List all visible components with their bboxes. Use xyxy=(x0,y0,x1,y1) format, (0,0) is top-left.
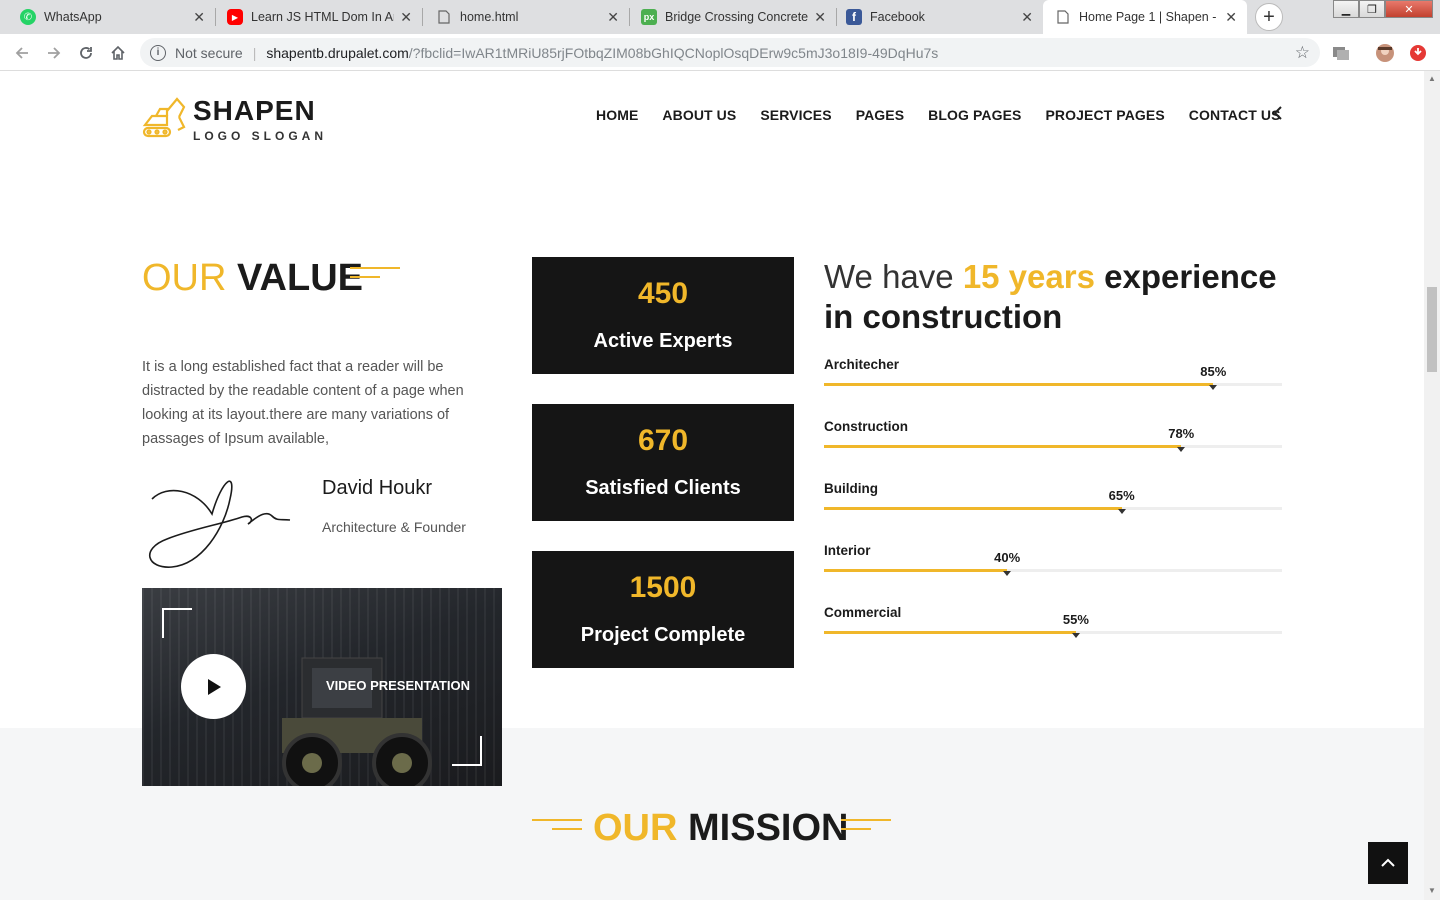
nav-services[interactable]: SERVICES xyxy=(760,107,831,123)
scroll-to-top-button[interactable] xyxy=(1368,842,1408,884)
skill-marker xyxy=(1209,385,1218,390)
value-heading: OUR VALUE xyxy=(142,257,363,299)
close-tab-icon[interactable]: ✕ xyxy=(1225,9,1237,26)
skill-percent: 55% xyxy=(1062,612,1089,627)
skill-bar: Construction 78% xyxy=(824,419,1282,452)
nav-home[interactable]: HOME xyxy=(596,107,638,123)
skill-bar: Interior 40% xyxy=(824,543,1282,576)
minimize-icon[interactable]: ▁ xyxy=(1333,0,1359,18)
stat-card: 670 Satisfied Clients xyxy=(532,404,794,521)
skill-fill xyxy=(824,631,1076,634)
tab-facebook[interactable]: f Facebook ✕ xyxy=(836,0,1043,34)
tab-shapen-active[interactable]: Home Page 1 | Shapen - C ✕ xyxy=(1043,0,1247,34)
scrollbar-thumb[interactable] xyxy=(1427,287,1437,372)
skill-bar: Commercial 55% xyxy=(824,605,1282,638)
stat-card: 1500 Project Complete xyxy=(532,551,794,668)
skill-marker xyxy=(1071,633,1080,638)
skill-marker xyxy=(1117,509,1126,514)
page-icon xyxy=(436,9,452,25)
close-tab-icon[interactable]: ✕ xyxy=(607,9,619,26)
video-label: VIDEO PRESENTATION xyxy=(326,678,470,693)
close-tab-icon[interactable]: ✕ xyxy=(400,9,412,26)
nav-pages[interactable]: PAGES xyxy=(856,107,904,123)
heading-decoration xyxy=(350,267,400,281)
skill-percent: 65% xyxy=(1108,488,1135,503)
scroll-up-arrow-icon[interactable]: ▲ xyxy=(1428,74,1436,83)
experience-heading: We have 15 years experience in construct… xyxy=(824,258,1277,335)
skill-percent: 78% xyxy=(1168,426,1195,441)
skill-fill xyxy=(824,507,1122,510)
logo-name: SHAPEN xyxy=(193,95,316,126)
adblock-icon[interactable] xyxy=(1408,43,1428,63)
back-icon[interactable] xyxy=(11,42,33,64)
tab-whatsapp[interactable]: ✆ WhatsApp ✕ xyxy=(0,0,215,34)
skill-name: Commercial xyxy=(824,605,902,620)
skill-bar: Architecher 85% xyxy=(824,357,1282,390)
skill-percent: 85% xyxy=(1200,364,1227,379)
address-toolbar: i Not secure | shapentb.drupalet.com/?fb… xyxy=(0,34,1440,71)
logo-slogan: LOGO SLOGAN xyxy=(193,129,327,143)
skill-fill xyxy=(824,445,1182,448)
founder-name: David Houkr xyxy=(322,477,433,499)
youtube-icon: ▶ xyxy=(227,9,243,25)
close-tab-icon[interactable]: ✕ xyxy=(1021,9,1033,26)
close-window-icon[interactable]: ✕ xyxy=(1385,0,1433,18)
mission-heading: OUR MISSION xyxy=(593,807,849,849)
chevron-up-icon xyxy=(1381,858,1395,867)
founder-role: Architecture & Founder xyxy=(322,519,466,535)
tab-home-html[interactable]: home.html ✕ xyxy=(422,0,629,34)
url-bar[interactable]: i Not secure | shapentb.drupalet.com/?fb… xyxy=(140,38,1320,67)
value-description: It is a long established fact that a rea… xyxy=(142,359,464,447)
reload-icon[interactable] xyxy=(75,42,97,64)
heading-decoration xyxy=(532,819,582,833)
forward-icon[interactable] xyxy=(43,42,65,64)
web-page: SHAPEN LOGO SLOGAN HOME ABOUT US SERVICE… xyxy=(0,71,1424,900)
skill-fill xyxy=(824,383,1214,386)
tab-youtube[interactable]: ▶ Learn JS HTML Dom In Ara ✕ xyxy=(215,0,422,34)
excavator-icon xyxy=(142,97,186,138)
tab-bridge[interactable]: px Bridge Crossing Concrete ✕ xyxy=(629,0,836,34)
close-tab-icon[interactable]: ✕ xyxy=(193,9,205,26)
skill-name: Architecher xyxy=(824,357,900,372)
profile-avatar[interactable] xyxy=(1375,43,1395,63)
nav-blog-pages[interactable]: BLOG PAGES xyxy=(928,107,1021,123)
skill-percent: 40% xyxy=(994,550,1021,565)
nav-project-pages[interactable]: PROJECT PAGES xyxy=(1045,107,1164,123)
restore-icon[interactable]: ❐ xyxy=(1359,0,1385,18)
info-icon[interactable]: i xyxy=(150,44,166,61)
window-controls: ▁ ❐ ✕ xyxy=(1333,0,1433,18)
facebook-icon: f xyxy=(846,9,862,25)
scroll-down-arrow-icon[interactable]: ▼ xyxy=(1428,886,1436,895)
new-tab-button[interactable]: + xyxy=(1255,3,1283,31)
stat-card: 450 Active Experts xyxy=(532,257,794,374)
main-nav: HOME ABOUT US SERVICES PAGES BLOG PAGES … xyxy=(596,107,1281,123)
play-icon xyxy=(207,678,221,695)
skill-name: Interior xyxy=(824,543,871,558)
page-scrollbar[interactable]: ▲ ▼ xyxy=(1424,71,1440,900)
whatsapp-icon: ✆ xyxy=(20,9,36,25)
chevron-left-icon[interactable] xyxy=(1272,101,1284,127)
video-presentation[interactable]: VIDEO PRESENTATION xyxy=(142,588,502,786)
extension-icon[interactable] xyxy=(1331,43,1351,63)
signature xyxy=(142,469,302,574)
heading-decoration xyxy=(841,819,891,833)
site-logo[interactable]: SHAPEN LOGO SLOGAN xyxy=(142,95,323,143)
browser-tab-bar: ✆ WhatsApp ✕ ▶ Learn JS HTML Dom In Ara … xyxy=(0,0,1440,34)
bookmark-star-icon[interactable]: ☆ xyxy=(1295,43,1310,63)
skill-name: Building xyxy=(824,481,878,496)
nav-contact-us[interactable]: CONTACT US xyxy=(1189,107,1281,123)
skill-bar: Building 65% xyxy=(824,481,1282,514)
home-icon[interactable] xyxy=(107,42,129,64)
close-tab-icon[interactable]: ✕ xyxy=(814,9,826,26)
loader-image xyxy=(282,657,432,786)
skill-fill xyxy=(824,569,1008,572)
px-icon: px xyxy=(641,9,657,25)
page-icon xyxy=(1055,9,1071,25)
skill-marker xyxy=(1003,571,1012,576)
skill-marker xyxy=(1177,447,1186,452)
skill-name: Construction xyxy=(824,419,908,434)
nav-about-us[interactable]: ABOUT US xyxy=(662,107,736,123)
play-button[interactable] xyxy=(181,654,246,719)
